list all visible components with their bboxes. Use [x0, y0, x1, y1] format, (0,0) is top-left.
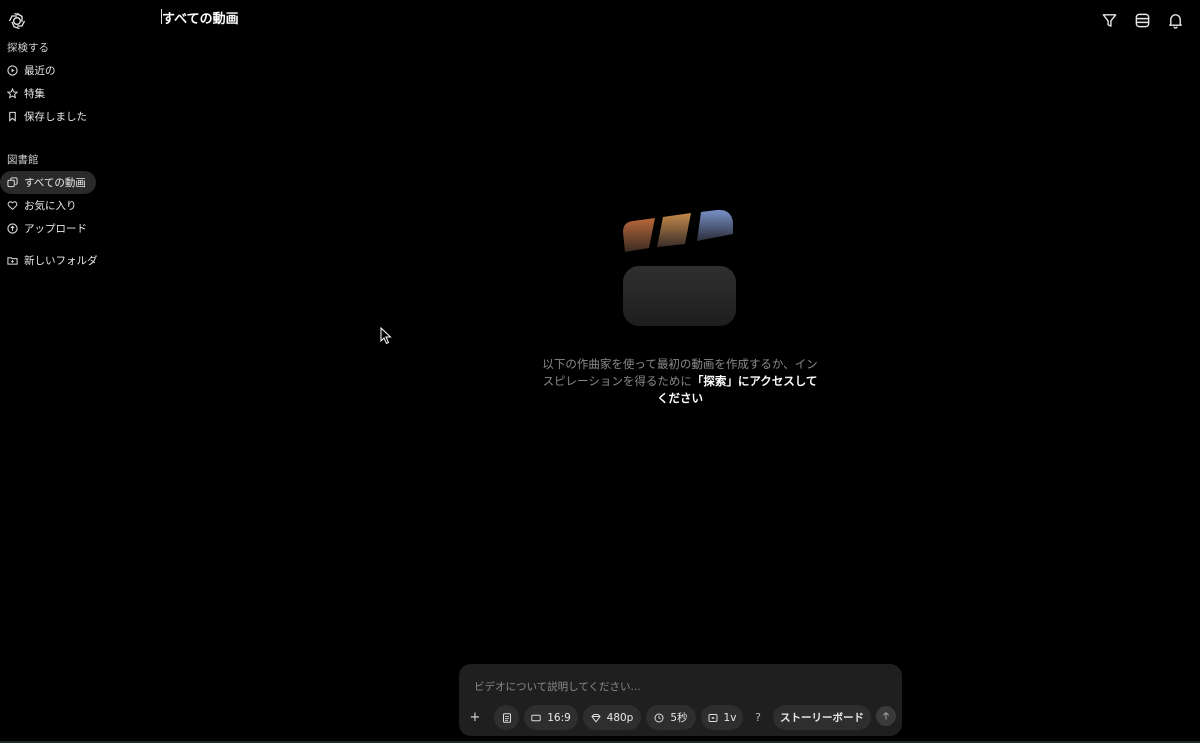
sidebar-item-saved[interactable]: 保存しました	[0, 105, 97, 128]
sidebar-item-featured[interactable]: 特集	[0, 82, 55, 105]
new-folder-button[interactable]: 新しいフォルダ	[0, 249, 108, 272]
folder-plus-icon	[7, 255, 18, 266]
bookmark-icon	[7, 111, 18, 122]
document-icon	[502, 712, 512, 723]
sidebar-item-label: 新しいフォルダ	[24, 255, 98, 267]
explore-link[interactable]: 「探索」	[692, 374, 738, 388]
sidebar-item-label: アップロード	[24, 223, 87, 235]
variations-value: 1v	[723, 711, 737, 724]
storyboard-preset-button[interactable]	[494, 705, 519, 730]
diamond-icon	[590, 713, 601, 723]
clock-icon	[654, 713, 664, 723]
sidebar-item-label: 最近の	[24, 65, 56, 77]
header-actions	[1101, 12, 1184, 29]
sidebar-item-favorites[interactable]: お気に入り	[0, 194, 87, 217]
empty-state-message: 以下の作曲家を使って最初の動画を作成するか、インスピレーションを得るために「探索…	[540, 356, 820, 407]
storyboard-button[interactable]: ストーリーボード	[773, 705, 871, 730]
filter-icon[interactable]	[1101, 12, 1118, 29]
page-title: すべての動画	[162, 12, 239, 27]
prompt-input[interactable]: ビデオについて説明してください...	[474, 679, 641, 694]
aspect-ratio-value: 16:9	[547, 711, 571, 724]
library-section-title: 図書館	[7, 154, 39, 166]
duration-value: 5秒	[670, 712, 688, 724]
play-circle-icon	[7, 65, 18, 76]
variations-icon	[708, 713, 718, 723]
duration-button[interactable]: 5秒	[646, 705, 696, 730]
resolution-value: 480p	[606, 711, 634, 724]
list-view-icon[interactable]	[1134, 12, 1151, 29]
arrow-up-icon	[881, 711, 891, 721]
clapperboard-icon	[619, 208, 741, 330]
variations-button[interactable]: 1v	[701, 705, 743, 730]
bell-icon[interactable]	[1167, 12, 1184, 29]
openai-logo-icon[interactable]	[7, 11, 27, 31]
help-button[interactable]: ?	[749, 705, 767, 730]
add-label: +	[469, 710, 481, 725]
explore-section-title: 探検する	[7, 42, 49, 54]
sidebar-item-label: お気に入り	[24, 200, 77, 212]
sidebar-item-uploads[interactable]: アップロード	[0, 217, 97, 240]
videos-icon	[7, 177, 18, 188]
sidebar-item-label: 特集	[24, 88, 45, 100]
storyboard-label: ストーリーボード	[780, 712, 864, 724]
sidebar-item-all-videos[interactable]: すべての動画	[0, 171, 96, 194]
sidebar-item-label: 保存しました	[24, 111, 87, 123]
submit-button[interactable]	[876, 706, 896, 726]
resolution-button[interactable]: 480p	[583, 705, 641, 730]
sidebar-item-label: すべての動画	[24, 177, 86, 189]
sidebar-item-recent[interactable]: 最近の	[0, 59, 66, 82]
mouse-pointer-icon	[380, 326, 392, 345]
prompt-composer: ビデオについて説明してください... + 16:9 480p 5秒 1v ? ス…	[459, 664, 902, 736]
aspect-ratio-button[interactable]: 16:9	[524, 705, 578, 730]
heart-icon	[7, 200, 18, 211]
help-label: ?	[755, 711, 761, 724]
aspect-ratio-icon	[531, 713, 541, 723]
star-icon	[7, 88, 18, 99]
upload-icon	[7, 223, 18, 234]
add-button[interactable]: +	[464, 705, 486, 730]
